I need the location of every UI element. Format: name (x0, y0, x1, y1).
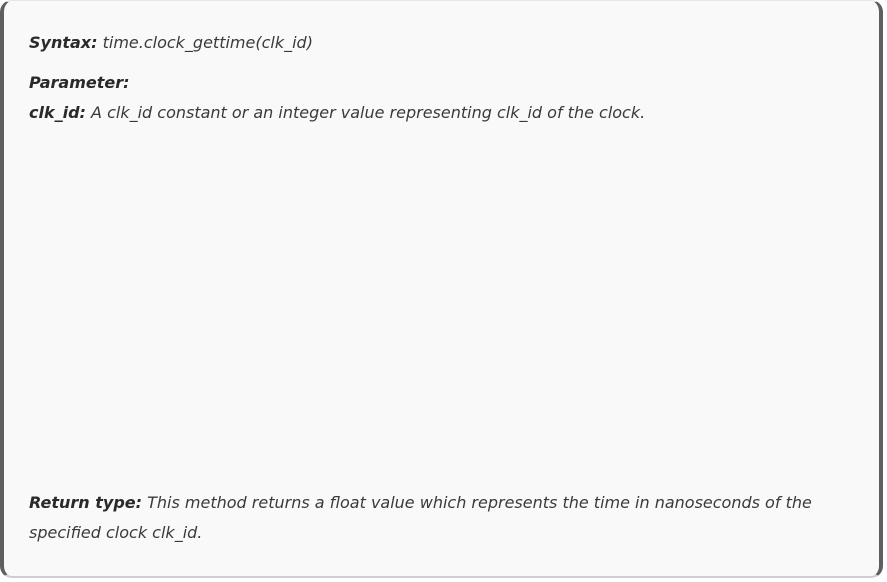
syntax-value: time.clock_gettime(clk_id) (97, 33, 313, 52)
code-doc-card: Syntax: time.clock_gettime(clk_id) Param… (0, 0, 883, 578)
clk-id-label: clk_id: (29, 103, 86, 122)
return-type-label: Return type: (29, 493, 143, 512)
syntax-label: Syntax: (29, 33, 98, 52)
clk-id-description: A clk_id constant or an integer value re… (85, 103, 646, 122)
return-type-continuation-line: specified clock clk_id. (29, 518, 839, 548)
parameter-heading: Parameter: (29, 73, 130, 92)
return-type-description-line-2: specified clock clk_id. (29, 523, 203, 542)
return-type-line: Return type: This method returns a float… (29, 488, 839, 518)
clk-id-line: clk_id: A clk_id constant or an integer … (29, 98, 839, 128)
syntax-line: Syntax: time.clock_gettime(clk_id) (29, 28, 839, 58)
return-type-description-line-1: This method returns a float value which … (142, 493, 812, 512)
parameter-heading-line: Parameter: (29, 68, 839, 98)
